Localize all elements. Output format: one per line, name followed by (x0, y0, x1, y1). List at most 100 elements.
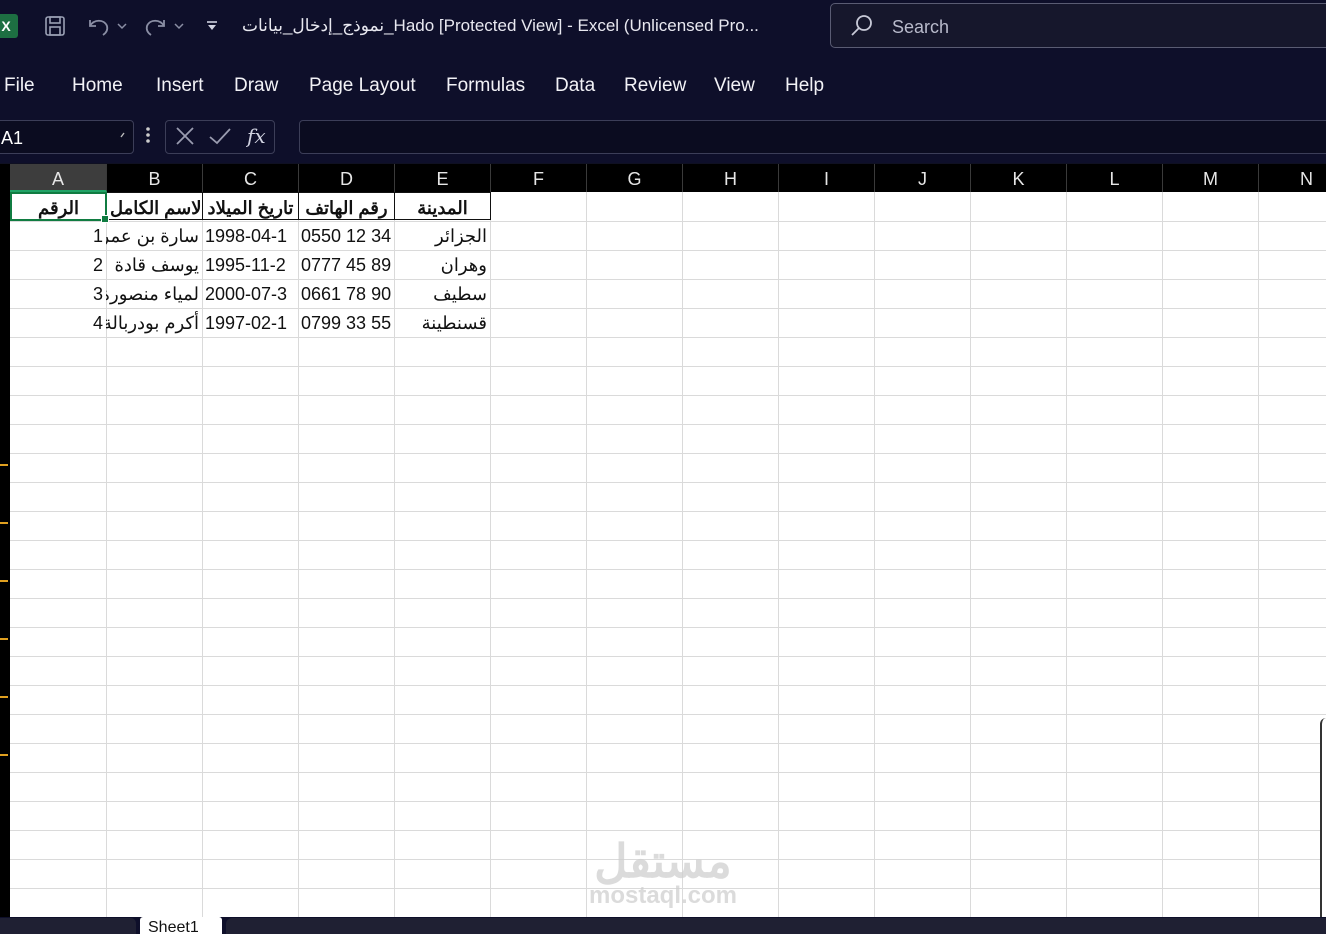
row-marker (0, 638, 8, 640)
enter-check-icon[interactable] (208, 125, 232, 153)
customize-toolbar-icon[interactable] (204, 12, 220, 40)
tab-view[interactable]: View (714, 75, 755, 97)
table-cell[interactable]: 1 (10, 221, 106, 249)
column-header-b[interactable]: B (107, 164, 203, 192)
column-header-h[interactable]: H (683, 164, 779, 192)
grid-line (10, 540, 1326, 541)
grid-line (10, 366, 1326, 367)
column-header-k[interactable]: K (971, 164, 1067, 192)
column-header-m[interactable]: M (1163, 164, 1259, 192)
sheet-navigation[interactable] (0, 918, 136, 934)
grid-line (10, 337, 1326, 338)
window-title: نموذج_إدخال_بيانات_Hado [Protected View]… (242, 16, 759, 35)
save-icon[interactable] (42, 12, 68, 40)
tab-formulas[interactable]: Formulas (446, 75, 525, 97)
column-header-c[interactable]: C (203, 164, 299, 192)
grid-line (10, 743, 1326, 744)
insert-function-icon[interactable]: fx (245, 123, 270, 155)
cancel-icon[interactable] (174, 125, 196, 153)
column-header-l[interactable]: L (1067, 164, 1163, 192)
grid-line (10, 482, 1326, 483)
table-cell[interactable]: سارة بن عمر (106, 221, 202, 249)
grid-line (10, 830, 1326, 831)
name-box-value: A1 (1, 128, 24, 148)
row-marker (0, 464, 8, 466)
name-box[interactable]: A1 (0, 120, 134, 154)
cell-c1[interactable]: تاريخ الميلاد (202, 192, 299, 220)
horizontal-scrollbar[interactable] (226, 918, 1326, 934)
redo-dropdown-icon[interactable] (173, 12, 185, 40)
grid-line (778, 192, 779, 917)
search-box[interactable]: Search (830, 3, 1326, 48)
table-cell[interactable]: الجزائر (394, 221, 490, 249)
tab-draw[interactable]: Draw (234, 75, 278, 97)
column-header-i[interactable]: I (779, 164, 875, 192)
watermark-logo: مستقل mostaql.com (583, 838, 743, 908)
column-headers: A B C D E F G H I J K L M N (0, 164, 1326, 192)
table-cell[interactable]: 2000-07-3 (202, 279, 298, 307)
tab-review[interactable]: Review (624, 75, 686, 97)
ribbon-tabs: File Home Insert Draw Page Layout Formul… (0, 55, 1326, 115)
column-header-g[interactable]: G (587, 164, 683, 192)
column-header-d[interactable]: D (299, 164, 395, 192)
tab-help[interactable]: Help (785, 75, 824, 97)
more-options-icon[interactable] (145, 125, 151, 150)
row-marker (0, 696, 8, 698)
worksheet-grid[interactable]: الرقم الاسم الكامل تاريخ الميلاد رقم اله… (10, 192, 1326, 917)
column-header-f[interactable]: F (491, 164, 587, 192)
grid-line (586, 192, 587, 917)
undo-icon[interactable] (84, 12, 114, 40)
cell-b1[interactable]: الاسم الكامل (106, 192, 203, 220)
undo-dropdown-icon[interactable] (116, 12, 128, 40)
grid-line (10, 627, 1326, 628)
svg-text:fx: fx (246, 124, 266, 148)
watermark-arabic: مستقل (594, 835, 732, 887)
grid-line (490, 192, 491, 917)
tab-file[interactable]: File (4, 75, 35, 97)
table-cell[interactable]: أكرم بودربالة (106, 308, 202, 336)
column-header-j[interactable]: J (875, 164, 971, 192)
column-header-a[interactable]: A (10, 164, 107, 192)
cell-d1[interactable]: رقم الهاتف (298, 192, 395, 220)
chevron-down-icon[interactable] (119, 126, 127, 143)
table-cell[interactable]: 0550 12 34 (298, 221, 394, 249)
row-headers[interactable] (0, 192, 10, 917)
tab-insert[interactable]: Insert (156, 75, 204, 97)
table-cell[interactable]: لمياء منصورة (106, 279, 202, 307)
sheet-tab-bar: Sheet1 (0, 917, 1326, 934)
table-cell[interactable]: وهران (394, 250, 490, 278)
search-placeholder: Search (892, 17, 950, 37)
table-cell[interactable]: 2 (10, 250, 106, 278)
active-cell-selection[interactable] (10, 192, 109, 223)
table-cell[interactable]: 0799 33 55 (298, 308, 394, 336)
watermark-latin: mostaql.com (588, 882, 738, 909)
cell-e1[interactable]: المدينة (394, 192, 491, 220)
table-cell[interactable]: سطيف (394, 279, 490, 307)
table-cell[interactable]: 0777 45 89 (298, 250, 394, 278)
tab-page-layout[interactable]: Page Layout (309, 75, 416, 97)
table-cell[interactable]: 3 (10, 279, 106, 307)
tab-data[interactable]: Data (555, 75, 595, 97)
table-cell[interactable]: قسنطينة (394, 308, 490, 336)
table-cell[interactable]: 0661 78 90 (298, 279, 394, 307)
table-cell[interactable]: 1998-04-1 (202, 221, 298, 249)
formula-buttons: fx (165, 120, 275, 154)
sheet-tab-sheet1[interactable]: Sheet1 (140, 917, 222, 934)
column-header-n[interactable]: N (1259, 164, 1326, 192)
grid-line (10, 453, 1326, 454)
table-cell[interactable]: يوسف قادة (106, 250, 202, 278)
tab-home[interactable]: Home (72, 75, 123, 97)
grid-line (1066, 192, 1067, 917)
excel-icon[interactable]: X (0, 14, 18, 38)
grid-line (1162, 192, 1163, 917)
table-cell[interactable]: 4 (10, 308, 106, 336)
column-header-e[interactable]: E (395, 164, 491, 192)
grid-line (10, 395, 1326, 396)
table-cell[interactable]: 1995-11-2 (202, 250, 298, 278)
redo-icon[interactable] (140, 12, 170, 40)
table-cell[interactable]: 1997-02-1 (202, 308, 298, 336)
grid-line (970, 192, 971, 917)
formula-bar: A1 fx (0, 115, 1326, 163)
formula-input[interactable] (299, 120, 1326, 154)
grid-line (10, 511, 1326, 512)
